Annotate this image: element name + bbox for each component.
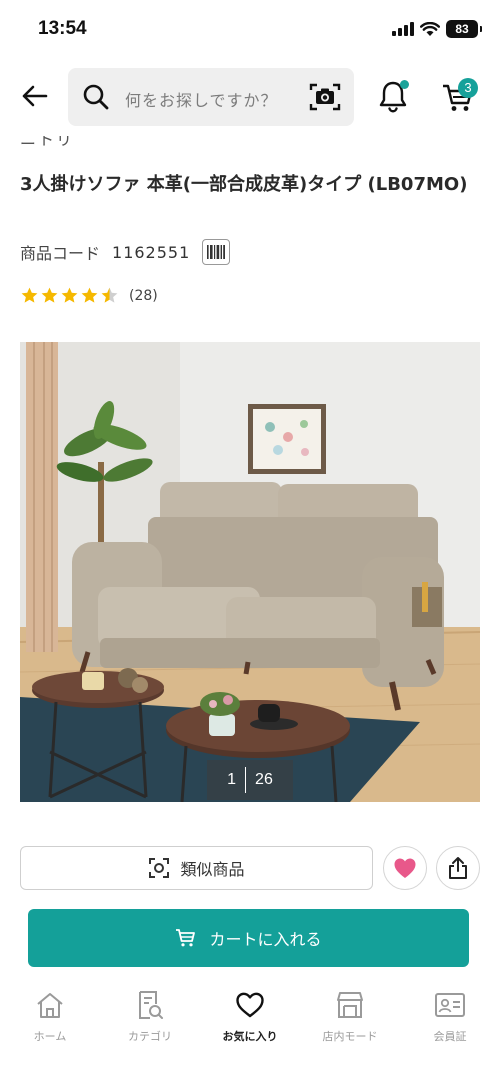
barcode-button[interactable] [202,239,231,265]
product-code-label: 商品コード [20,244,101,263]
status-time: 13:54 [38,18,87,39]
nav-label-favorites: お気に入り [222,1030,278,1043]
rating-row[interactable]: (28) [20,286,158,305]
nav-label-home: ホーム [33,1030,67,1043]
image-total: 26 [255,771,273,788]
barcode-icon [207,245,226,259]
star-icon [81,287,98,303]
product-code-value: 1162551 [112,242,191,262]
product-code-row: 商品コード 1162551 [20,239,231,265]
image-counter: 1 26 [207,760,293,800]
status-icons: 83 [392,20,482,38]
nav-item-member-card[interactable]: 会員証 [400,980,500,1080]
add-to-cart-button[interactable]: カートに入れる [28,909,469,967]
heart-outline-icon [236,992,264,1018]
scan-icon [149,858,170,878]
back-button[interactable] [14,78,54,114]
signal-icon [392,22,414,36]
nav-label-category: カテゴリ [128,1030,172,1043]
image-search-button[interactable] [308,81,342,113]
notification-dot [400,80,409,89]
product-image[interactable] [20,342,480,802]
battery-indicator: 83 [446,20,482,38]
search-box[interactable]: 何をお探しですか？ [68,68,354,126]
search-icon [83,84,109,110]
bottom-nav: ホーム カテゴリ お気に入り 店内モード 会員証 [0,980,500,1080]
heart-icon [394,858,416,878]
store-icon [337,992,363,1018]
nav-item-category[interactable]: カテゴリ [100,980,200,1080]
half-star-icon [101,287,118,303]
nav-item-favorites[interactable]: お気に入り [200,980,300,1080]
camera-scan-icon [309,83,341,111]
home-icon [37,993,63,1018]
category-icon [139,991,163,1019]
back-arrow-icon [22,85,48,107]
star-icon [61,287,78,303]
cart-icon [176,929,196,947]
product-title: 3人掛けソファ 本革(一部合成皮革)タイプ (LB07MO) [20,174,468,195]
status-bar: 13:54 83 [0,0,500,60]
nav-label-store-mode: 店内モード [322,1030,378,1043]
share-button[interactable] [436,846,480,890]
cart-count-badge: 3 [458,78,478,98]
share-icon [449,857,467,879]
similar-products-label: 類似商品 [180,860,245,879]
brand-label: ニトリ [20,136,75,149]
favorite-button[interactable] [383,846,427,890]
add-to-cart-label: カートに入れる [209,930,322,949]
member-card-icon [435,993,465,1017]
app-header: 何をお探しですか？ [0,66,500,128]
image-index: 1 [227,771,237,788]
sofa-photo [20,342,480,802]
wifi-icon [420,21,440,36]
nav-item-store-mode[interactable]: 店内モード [300,980,400,1080]
review-count[interactable]: (28) [129,288,158,304]
star-icon [21,287,38,303]
nav-label-member-card: 会員証 [433,1030,467,1043]
star-icon [41,287,58,303]
search-input[interactable]: 何をお探しですか？ [125,87,278,111]
brand-name: ニトリ [20,136,80,154]
similar-products-button[interactable]: 類似商品 [20,846,373,890]
rating-stars [20,286,119,305]
nav-item-home[interactable]: ホーム [0,980,100,1080]
